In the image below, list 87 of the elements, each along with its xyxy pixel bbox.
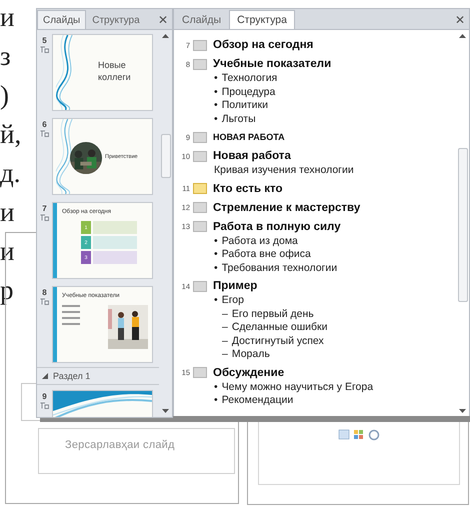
transition-icon <box>40 130 49 137</box>
outline-text[interactable]: Политики <box>222 99 268 112</box>
scroll-down-icon[interactable] <box>459 409 466 413</box>
slide-title[interactable]: Учебные показатели <box>213 58 332 70</box>
book-text-fragment: и <box>0 236 14 267</box>
step-bar <box>93 221 137 234</box>
section-label: Раздел 1 <box>53 371 90 381</box>
slide-title[interactable]: НОВАЯ РАБОТА <box>213 132 285 142</box>
slide-title[interactable]: Кто есть кто <box>213 182 283 194</box>
bullet-marker: • <box>214 394 218 408</box>
transition-icon <box>40 402 49 409</box>
outline-text[interactable]: Егор <box>222 294 244 308</box>
outline-text[interactable]: Сделанные ошибки <box>232 321 328 334</box>
slide-icon[interactable] <box>193 183 207 194</box>
panel-tab[interactable]: Слайды <box>37 10 86 29</box>
bullet-marker: • <box>214 234 218 248</box>
scroll-up-icon[interactable] <box>162 34 169 38</box>
transition-icon <box>40 298 49 305</box>
step-bar <box>93 236 137 249</box>
close-button[interactable]: ✕ <box>450 10 469 29</box>
slide-number: 8 <box>42 288 47 297</box>
book-text-fragment: д. <box>0 158 20 189</box>
outline-text[interactable]: Достигнутый успех <box>232 334 324 348</box>
slide-number: 5 <box>42 36 47 45</box>
slide-icon[interactable] <box>193 280 207 292</box>
outline-text[interactable]: Технология <box>222 72 278 86</box>
bullet-marker: • <box>214 99 218 112</box>
close-button[interactable]: ✕ <box>154 10 172 29</box>
transition-icon <box>40 214 49 221</box>
slide-number: 7 <box>42 204 47 213</box>
bullet-marker: • <box>214 112 218 126</box>
outline-text[interactable]: Мораль <box>232 348 270 362</box>
outline-text[interactable]: Чему можно научиться у Егора <box>222 380 374 394</box>
slide-title[interactable]: Обзор на сегодня <box>213 39 314 51</box>
panel-tab[interactable]: Структура <box>229 10 295 29</box>
outline-text[interactable]: Рекомендации <box>222 394 294 408</box>
book-text-fragment: р <box>0 275 14 306</box>
panel-tab[interactable]: Структура <box>86 10 146 29</box>
slide-title[interactable]: Пример <box>213 280 258 292</box>
slide-title[interactable]: Работа в полную силу <box>213 220 341 232</box>
bullet-marker: • <box>214 380 218 394</box>
step-bar <box>93 251 137 264</box>
outline-text[interactable]: Работа из дома <box>222 234 298 248</box>
outline-text[interactable]: Требования технологии <box>222 262 338 275</box>
panel-tab[interactable]: Слайды <box>174 10 230 29</box>
scroll-down-icon[interactable] <box>162 409 169 413</box>
bullet-marker: • <box>214 294 218 308</box>
bullet-marker: • <box>214 72 218 86</box>
outline-text[interactable]: Льготы <box>222 112 256 126</box>
slide-icon[interactable] <box>193 202 207 213</box>
section-header[interactable]: Раздел 1 <box>37 367 159 385</box>
slide-icon[interactable] <box>193 132 207 142</box>
bullet-marker: • <box>214 248 218 262</box>
slide-title[interactable]: Стремление к мастерству <box>213 202 360 214</box>
scroll-thumb[interactable] <box>458 148 468 302</box>
dash-marker: – <box>222 308 228 321</box>
book-text-fragment: ) <box>0 80 9 111</box>
outline-text[interactable]: Кривая изучения технологии <box>214 164 354 178</box>
slide-icon[interactable] <box>193 221 207 232</box>
slide-icon[interactable] <box>193 58 207 70</box>
book-text-fragment: й, <box>0 119 22 150</box>
slide-number: 9 <box>42 392 47 401</box>
bullet-lines <box>62 305 80 325</box>
dash-marker: – <box>222 334 228 348</box>
slide-title[interactable]: Новая работа <box>213 150 291 162</box>
slide-icon[interactable] <box>193 150 207 162</box>
scroll-thumb[interactable] <box>160 134 170 178</box>
slide-icon[interactable] <box>193 367 207 378</box>
collapse-icon <box>42 373 48 379</box>
transition-icon <box>40 46 49 53</box>
outline-text[interactable]: Работа вне офиса <box>222 248 311 262</box>
book-text-fragment: з <box>0 41 11 72</box>
slide-thumbnail[interactable]: Новые коллеги <box>52 34 153 111</box>
slide-title[interactable]: Обсуждение <box>213 366 284 378</box>
outline-text[interactable]: Процедура <box>222 86 276 99</box>
insert-icons[interactable] <box>338 429 380 441</box>
book-text-fragment: и <box>0 197 14 228</box>
slide-icon[interactable] <box>193 40 207 50</box>
slide-number: 6 <box>42 120 47 129</box>
book-text-fragment: и <box>0 2 14 33</box>
bullet-marker: • <box>214 262 218 275</box>
bullet-marker: • <box>214 86 218 99</box>
scroll-up-icon[interactable] <box>459 34 466 38</box>
dash-marker: – <box>222 321 228 334</box>
slide-title: Новые коллеги <box>98 59 132 83</box>
dash-marker: – <box>222 348 228 362</box>
outline-text[interactable]: Его первый день <box>232 308 314 321</box>
